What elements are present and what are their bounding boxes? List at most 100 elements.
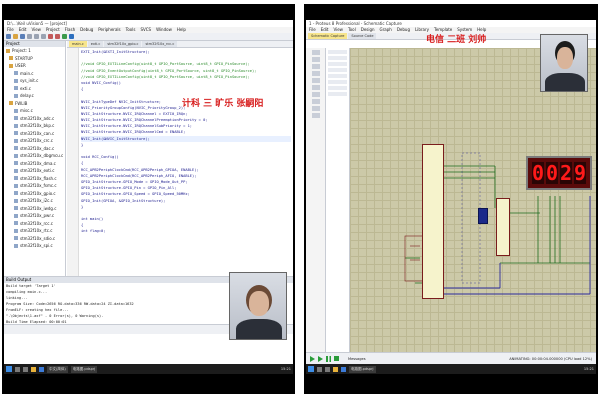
menu-item-10[interactable]: Help [177,27,186,32]
tree-item[interactable]: stm32f10x_flash.c [4,175,65,183]
task-view-icon[interactable] [325,366,330,372]
paste-icon[interactable] [41,34,46,39]
bus-tool-icon[interactable] [312,85,320,90]
menu-item-4[interactable]: Design [361,27,375,32]
windows-start-icon[interactable] [308,366,314,372]
code-lines: EXTI_Init(&EXTI_InitStructure); //void G… [81,49,291,276]
editor-tab[interactable]: stm32f10x_gpio.c [104,41,142,47]
tree-item[interactable]: stm32f10x_bkp.c [4,122,65,130]
tree-item[interactable]: stm32f10x_crc.c [4,137,65,145]
sim-messages[interactable]: Messages [348,357,366,361]
menu-item-3[interactable]: Project [46,27,60,32]
tree-item[interactable]: stm32f10x_dbgmcu.c [4,152,65,160]
step-icon[interactable] [318,355,323,362]
menu-item-5[interactable]: Graph [380,27,392,32]
search-icon[interactable] [15,366,20,372]
new-file-icon[interactable] [6,34,11,39]
proteus-tab[interactable]: Source Code [348,33,377,39]
terminal-tool-icon[interactable] [312,92,320,97]
editor-tab[interactable]: exti.c [87,41,104,47]
tree-item[interactable]: stm32f10x_gpio.c [4,190,65,198]
menu-item-4[interactable]: Flash [65,27,75,32]
code-editor[interactable]: main.c exti.c stm32f10x_gpio.c stm32f10x_rc… [67,41,293,276]
windows-start-icon[interactable] [6,366,12,372]
proteus-tab[interactable]: Schematic Capture [308,33,348,39]
tree-item[interactable]: stm32f10x_i2c.c [4,197,65,205]
menu-item-1[interactable]: Edit [19,27,27,32]
file-icon [14,191,18,196]
tree-item[interactable]: stm32f10x_rcc.c [4,220,65,228]
component-tool-icon[interactable] [312,57,320,62]
tree-item-label: exti.c [20,85,31,91]
pin-tool-icon[interactable] [312,99,320,104]
tree-item[interactable]: stm32f10x_fsmc.c [4,182,65,190]
taskbar-task-1[interactable]: 中文(简体) [47,365,68,373]
tree-item[interactable]: stm32f10x_dac.c [4,145,65,153]
device-list[interactable] [326,48,350,352]
browser-icon[interactable] [39,366,44,372]
tree-item[interactable]: FWLIB [4,100,65,108]
taskbar-task-2[interactable]: 电路图.pdsprj [70,365,98,373]
tree-item[interactable]: stm32f10x_rtc.c [4,227,65,235]
schematic-canvas[interactable]: 0 0 2 9 [350,48,596,352]
file-icon [14,243,18,248]
crystal-oscillator[interactable] [478,208,488,224]
editor-tab[interactable]: main.c [69,41,87,47]
play-icon[interactable] [310,355,315,362]
probe-tool-icon[interactable] [312,113,320,118]
build-icon[interactable] [48,34,53,39]
tree-item[interactable]: STARTUP [4,55,65,63]
browser-icon[interactable] [341,366,346,372]
menu-item-0[interactable]: File [309,27,316,32]
file-explorer-icon[interactable] [333,366,338,372]
tree-item[interactable]: stm32f10x_pwr.c [4,212,65,220]
file-explorer-icon[interactable] [31,366,36,372]
menu-item-3[interactable]: Tool [348,27,356,32]
open-folder-icon[interactable] [13,34,18,39]
folder-icon [9,63,13,68]
menu-item-0[interactable]: File [7,27,14,32]
taskbar-task-1[interactable]: 电路图.pdsprj [349,365,376,373]
pause-icon[interactable] [326,355,331,362]
copy-icon[interactable] [34,34,39,39]
tree-item[interactable]: exti.c [4,85,65,93]
menu-item-9[interactable]: Window [156,27,172,32]
mcu-chip[interactable] [422,144,444,299]
text-tool-icon[interactable] [312,78,320,83]
debug-icon[interactable] [69,34,74,39]
menu-item-6[interactable]: Debug [397,27,410,32]
tree-item[interactable]: stm32f10x_spi.c [4,242,65,250]
stop-icon[interactable] [334,356,339,361]
cut-icon[interactable] [27,34,32,39]
tree-item[interactable]: sys_init.c [4,77,65,85]
tree-item[interactable]: main.c [4,70,65,78]
editor-tab[interactable]: stm32f10x_rcc.c [142,41,178,47]
save-icon[interactable] [20,34,25,39]
tree-item[interactable]: stm32f10x_can.c [4,130,65,138]
download-icon[interactable] [62,34,67,39]
menu-item-6[interactable]: Peripherals [98,27,120,32]
graph-tool-icon[interactable] [312,106,320,111]
menu-item-2[interactable]: View [31,27,41,32]
menu-item-2[interactable]: View [333,27,343,32]
tree-item[interactable]: USER [4,62,65,70]
rebuild-icon[interactable] [55,34,60,39]
tree-item[interactable]: stm32f10x_iwdg.c [4,205,65,213]
tree-item[interactable]: misc.c [4,107,65,115]
select-tool-icon[interactable] [312,50,320,55]
menu-item-5[interactable]: Debug [80,27,93,32]
menu-item-7[interactable]: Tools [126,27,136,32]
menu-item-1[interactable]: Edit [321,27,329,32]
tree-item[interactable]: stm32f10x_exti.c [4,167,65,175]
task-view-icon[interactable] [23,366,28,372]
tree-item[interactable]: stm32f10x_adc.c [4,115,65,123]
tree-item[interactable]: stm32f10x_dma.c [4,160,65,168]
junction-tool-icon[interactable] [312,64,320,69]
tree-item[interactable]: stm32f10x_sdio.c [4,235,65,243]
tree-item[interactable]: delay.c [4,92,65,100]
tree-item[interactable]: Project: 1 [4,47,65,55]
label-tool-icon[interactable] [312,71,320,76]
search-icon[interactable] [317,366,322,372]
decoder-chip[interactable] [496,198,510,256]
menu-item-8[interactable]: SVCS [140,27,151,32]
